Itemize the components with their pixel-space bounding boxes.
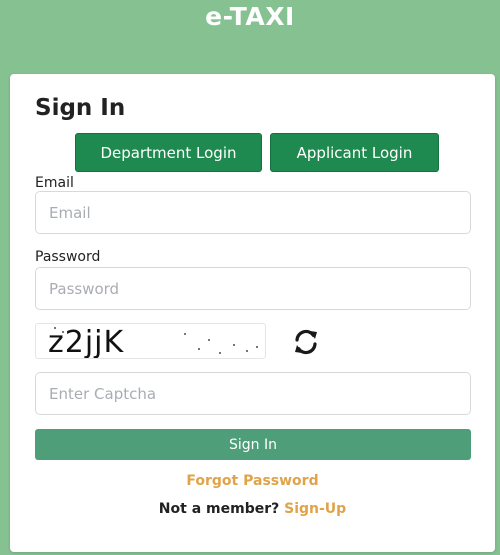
captcha-placeholder: Enter Captcha [49, 384, 157, 403]
sign-in-button[interactable]: Sign In [35, 429, 471, 460]
captcha-noise [198, 348, 200, 350]
password-label: Password [35, 249, 101, 265]
captcha-text: z2jjK [48, 325, 125, 359]
email-label: Email [35, 175, 74, 191]
department-login-button[interactable]: Department Login [75, 133, 262, 172]
refresh-icon[interactable] [290, 326, 322, 358]
signin-card: Sign In Department Login Applicant Login… [10, 74, 495, 552]
applicant-login-button[interactable]: Applicant Login [270, 133, 439, 172]
signup-link[interactable]: Sign-Up [284, 501, 346, 517]
not-member-text: Not a member? [158, 501, 280, 517]
password-placeholder: Password [49, 279, 120, 298]
captcha-image: z2jjK [35, 323, 266, 359]
captcha-noise [54, 327, 56, 329]
signup-row: Not a member? Sign-Up [10, 501, 495, 517]
captcha-noise [219, 352, 221, 354]
captcha-noise [62, 331, 64, 333]
app-title: e-TAXI [205, 2, 295, 31]
captcha-noise [233, 344, 235, 346]
password-field[interactable]: Password [35, 267, 471, 310]
page-title: Sign In [35, 95, 126, 121]
forgot-password-link[interactable]: Forgot Password [10, 473, 495, 489]
email-field[interactable]: Email [35, 191, 471, 234]
captcha-noise [256, 346, 258, 348]
captcha-input[interactable]: Enter Captcha [35, 372, 471, 415]
captcha-noise [184, 333, 186, 335]
captcha-noise [208, 339, 210, 341]
email-placeholder: Email [49, 203, 91, 222]
captcha-noise [246, 350, 248, 352]
